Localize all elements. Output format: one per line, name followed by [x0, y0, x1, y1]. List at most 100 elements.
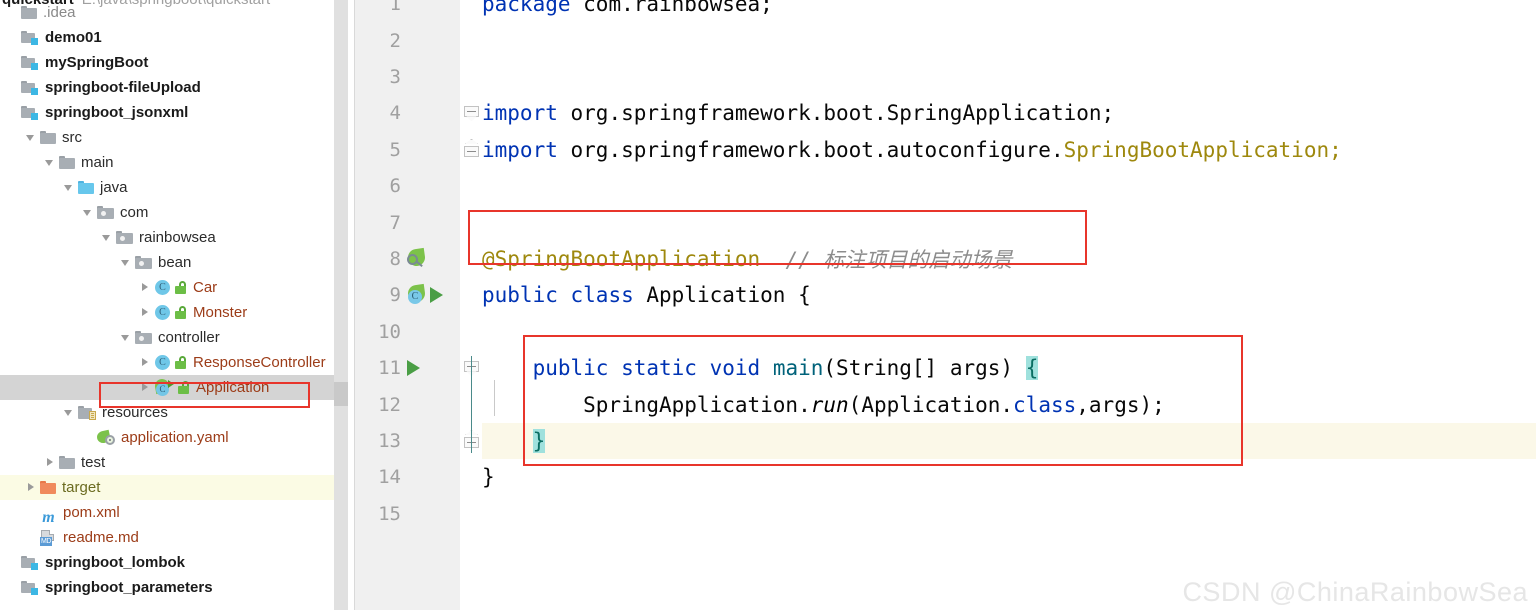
tree-item-myspringboot[interactable]: mySpringBoot: [0, 50, 334, 75]
gutter-line-12[interactable]: 12: [355, 386, 460, 422]
tree-item-label: test: [79, 450, 105, 475]
code-editor[interactable]: 123456789C101112131415 package com.rainb…: [355, 0, 1536, 610]
code-line-5[interactable]: import org.springframework.boot.autoconf…: [482, 132, 1536, 168]
fold-point-up: [465, 139, 478, 144]
tree-item-controller[interactable]: controller: [0, 325, 334, 350]
gutter-line-7[interactable]: 7: [355, 204, 460, 240]
chevron-down-icon[interactable]: [120, 256, 133, 269]
chevron-down-icon[interactable]: [44, 156, 57, 169]
tree-item-springboot-lombok[interactable]: springboot_lombok: [0, 550, 334, 575]
tree-item-icons: [21, 81, 43, 95]
folder-icon: [59, 456, 75, 469]
gutter-line-11[interactable]: 11: [355, 350, 460, 386]
tree-item-monster[interactable]: CMonster: [0, 300, 334, 325]
chevron-right-icon[interactable]: [139, 356, 152, 369]
tree-item-car[interactable]: CCar: [0, 275, 334, 300]
run-arrow-icon[interactable]: [430, 287, 443, 303]
line-number: 6: [355, 175, 401, 197]
code-line-2[interactable]: [482, 22, 1536, 58]
chevron-right-icon[interactable]: [25, 481, 38, 494]
tree-item-label: springboot-fileUpload: [43, 75, 201, 100]
tree-item-readme-md[interactable]: MDreadme.md: [0, 525, 334, 550]
tree-item-demo01[interactable]: demo01: [0, 25, 334, 50]
code-line-4[interactable]: import org.springframework.boot.SpringAp…: [482, 95, 1536, 131]
chevron-down-icon[interactable]: [25, 131, 38, 144]
chevron-right-icon[interactable]: [44, 456, 57, 469]
fold-marker-line-4[interactable]: [464, 106, 479, 121]
fold-marker-line-5[interactable]: [464, 143, 479, 158]
run-arrow-icon[interactable]: [407, 360, 420, 376]
tree-item-com[interactable]: com: [0, 200, 334, 225]
tree-item-label: Monster: [191, 300, 247, 325]
twisty-spacer: [6, 56, 19, 69]
tree-scrollbar-thumb-highlight[interactable]: [334, 382, 348, 406]
gutter-line-10[interactable]: 10: [355, 314, 460, 350]
gutter-line-9[interactable]: 9C: [355, 277, 460, 313]
tree-item-target[interactable]: target: [0, 475, 334, 500]
chevron-down-icon[interactable]: [120, 331, 133, 344]
ide-window: quickstartE:\java\springboot\quickstart …: [0, 0, 1536, 610]
module-icon: [21, 31, 39, 45]
gutter-line-15[interactable]: 15: [355, 496, 460, 532]
tree-item-springboot-parameters[interactable]: springboot_parameters: [0, 575, 334, 600]
code-line-3[interactable]: [482, 59, 1536, 95]
chevron-down-icon[interactable]: [63, 181, 76, 194]
tree-vertical-scrollbar[interactable]: [334, 0, 348, 610]
code-content[interactable]: package com.rainbowsea; import org.spring…: [482, 0, 1536, 610]
tree-item-rainbowsea[interactable]: rainbowsea: [0, 225, 334, 250]
tree-item-test[interactable]: test: [0, 450, 334, 475]
module-icon: [21, 81, 39, 95]
spring-bean-search-icon[interactable]: [407, 249, 427, 269]
indent-guide: [494, 380, 495, 416]
tree-item-java[interactable]: java: [0, 175, 334, 200]
tree-item-icons: [21, 56, 43, 70]
code-line-1[interactable]: package com.rainbowsea;: [482, 0, 1536, 22]
tree-scrollbar-thumb[interactable]: [334, 0, 348, 610]
gutter-line-8[interactable]: 8: [355, 241, 460, 277]
fold-point-down: [466, 116, 477, 121]
spring-bean-class-icon[interactable]: C: [407, 285, 427, 305]
tree-item-src[interactable]: src: [0, 125, 334, 150]
tree-item-label: bean: [156, 250, 191, 275]
gutter-line-5[interactable]: 5: [355, 132, 460, 168]
code-line-15[interactable]: [482, 496, 1536, 532]
tree-item-application-yaml[interactable]: application.yaml: [0, 425, 334, 450]
code-line-9[interactable]: public class Application {: [482, 277, 1536, 313]
code-line-6[interactable]: [482, 168, 1536, 204]
code-token: }: [482, 465, 495, 489]
module-icon: [21, 106, 39, 120]
gutter-line-13[interactable]: 13: [355, 423, 460, 459]
tree-item-springboot-fileupload[interactable]: springboot-fileUpload: [0, 75, 334, 100]
twisty-spacer: [25, 506, 38, 519]
chevron-down-icon[interactable]: [63, 406, 76, 419]
tree-item-label: springboot_lombok: [43, 550, 185, 575]
panel-divider[interactable]: [348, 0, 355, 610]
project-tree-panel[interactable]: quickstartE:\java\springboot\quickstart …: [0, 0, 334, 610]
gutter-line-2[interactable]: 2: [355, 22, 460, 58]
public-lock-icon: [175, 281, 187, 295]
tree-item-idea[interactable]: .idea: [0, 0, 334, 25]
chevron-right-icon[interactable]: [139, 306, 152, 319]
module-icon: [21, 581, 39, 595]
gutter-line-3[interactable]: 3: [355, 59, 460, 95]
gutter-line-4[interactable]: 4: [355, 95, 460, 131]
gutter-line-6[interactable]: 6: [355, 168, 460, 204]
public-lock-icon: [175, 356, 187, 370]
tree-item-icons: [97, 206, 118, 219]
gutter-line-1[interactable]: 1: [355, 0, 460, 22]
tree-item-pom-xml[interactable]: mpom.xml: [0, 500, 334, 525]
gutter-icons: [401, 249, 460, 269]
chevron-down-icon[interactable]: [101, 231, 114, 244]
chevron-right-icon[interactable]: [139, 281, 152, 294]
editor-gutter[interactable]: 123456789C101112131415: [355, 0, 460, 610]
tree-item-bean[interactable]: bean: [0, 250, 334, 275]
code-folding-column[interactable]: [460, 0, 482, 610]
tree-item-main[interactable]: main: [0, 150, 334, 175]
tree-item-springboot-jsonxml[interactable]: springboot_jsonxml: [0, 100, 334, 125]
twisty-spacer: [6, 6, 19, 19]
tree-item-responsecontroller[interactable]: CResponseController: [0, 350, 334, 375]
line-number: 14: [355, 466, 401, 488]
gutter-line-14[interactable]: 14: [355, 459, 460, 495]
line-number: 2: [355, 30, 401, 52]
chevron-down-icon[interactable]: [82, 206, 95, 219]
